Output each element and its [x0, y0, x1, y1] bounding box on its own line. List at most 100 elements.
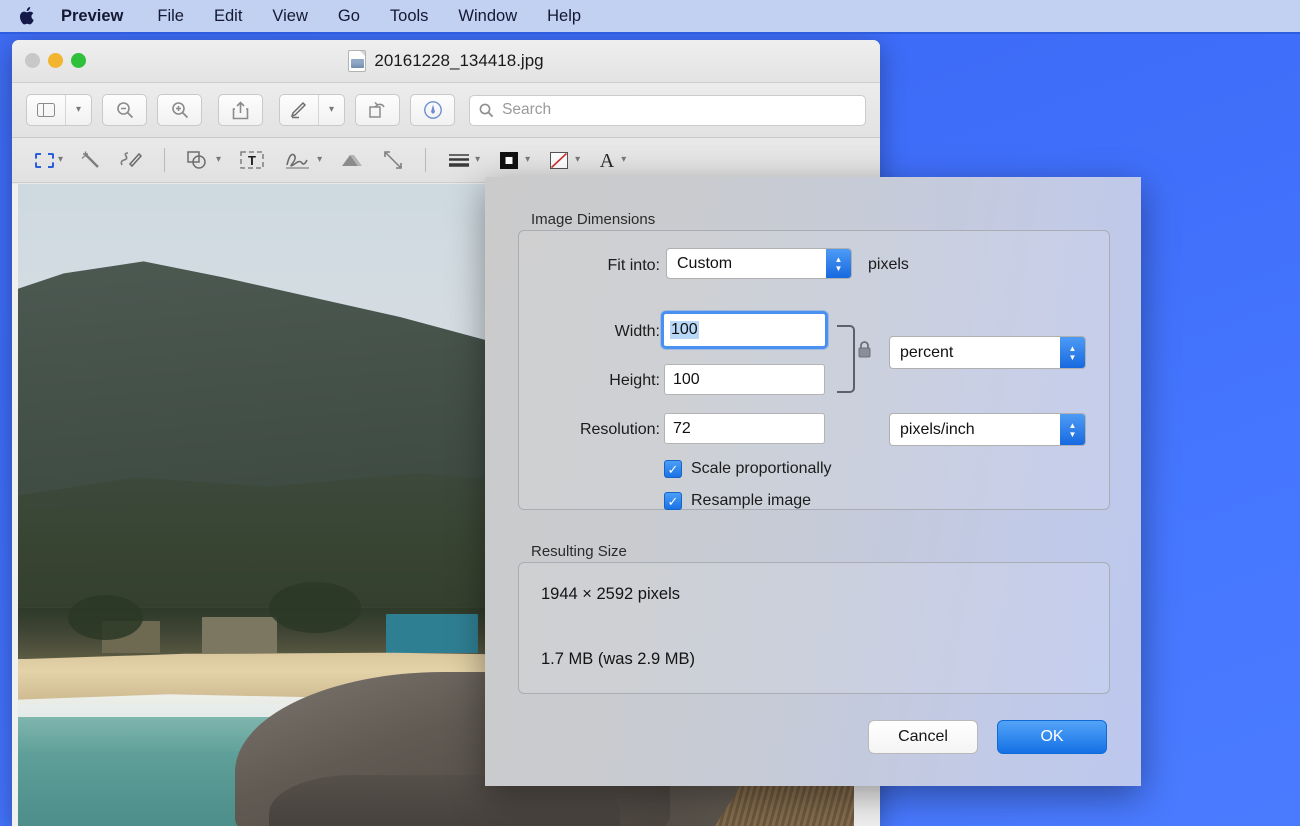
window-title: 20161228_134418.jpg [374, 51, 544, 70]
markup-pen-icon[interactable] [280, 95, 318, 125]
close-button[interactable] [25, 53, 40, 68]
size-unit-value: percent [900, 343, 954, 361]
shape-style-tool[interactable]: ▾ [440, 143, 487, 177]
resulting-dimensions: 1944 × 2592 pixels [541, 585, 680, 603]
fill-color-none-icon [550, 152, 569, 169]
text-style-icon: A [600, 150, 615, 171]
chevron-down-icon[interactable]: ▾ [621, 155, 626, 165]
minimize-button[interactable] [48, 53, 63, 68]
toolbar-divider [164, 148, 166, 172]
toolbar-divider [425, 148, 427, 172]
sketch-tool[interactable] [112, 143, 150, 177]
text-box-icon: T [240, 151, 264, 169]
search-icon [479, 103, 494, 117]
text-tool[interactable]: T [231, 143, 273, 177]
document-icon [348, 50, 367, 72]
zoom-in-button[interactable] [157, 94, 203, 126]
fill-color-tool[interactable]: ▾ [540, 143, 587, 177]
height-label: Height: [609, 372, 660, 389]
border-color-tool[interactable]: ▾ [490, 143, 537, 177]
svg-text:A: A [600, 150, 615, 171]
popup-stepper-arrows-icon[interactable]: ▲ ▼ [826, 249, 851, 278]
chevron-down-icon[interactable]: ▾ [475, 155, 480, 165]
selection-rect-icon [35, 152, 54, 168]
rotate-left-button[interactable] [355, 94, 401, 126]
size-unit-popup[interactable]: percent ▲ ▼ [889, 336, 1086, 369]
menu-item-file[interactable]: File [153, 7, 188, 26]
signature-icon [286, 153, 310, 169]
chevron-down-icon[interactable]: ▾ [318, 95, 344, 125]
chevron-down-icon[interactable]: ▾ [216, 155, 221, 165]
adjust-color-tool[interactable] [332, 143, 372, 177]
scale-proportionally-checkbox-row[interactable]: ✓ Scale proportionally [664, 460, 832, 478]
menu-item-preview[interactable]: Preview [57, 7, 127, 26]
fit-into-unit-label: pixels [868, 256, 909, 273]
menu-item-help[interactable]: Help [543, 7, 585, 26]
chevron-down-icon[interactable]: ▾ [58, 155, 63, 165]
window-title-group: 20161228_134418.jpg [12, 50, 880, 72]
shapes-tool[interactable]: ▾ [179, 143, 228, 177]
cancel-button[interactable]: Cancel [868, 720, 978, 754]
annotate-button[interactable] [410, 94, 456, 126]
fit-into-popup[interactable]: Custom ▲ ▼ [666, 248, 852, 279]
zoom-out-button[interactable] [102, 94, 148, 126]
desktop: Preview File Edit View Go Tools Window H… [0, 0, 1300, 826]
adjust-size-dialog: Image Dimensions Fit into: Custom ▲ ▼ pix… [485, 177, 1141, 786]
width-label: Width: [614, 323, 660, 340]
shapes-icon [187, 151, 206, 169]
height-value: 100 [673, 370, 700, 388]
text-style-tool[interactable]: A ▾ [590, 143, 633, 177]
chevron-down-icon[interactable]: ▾ [317, 155, 322, 165]
popup-stepper-arrows-icon[interactable]: ▲ ▼ [1060, 337, 1085, 368]
signature-tool[interactable]: ▾ [276, 143, 329, 177]
chevron-down-icon[interactable]: ▾ [575, 155, 580, 165]
menu-item-tools[interactable]: Tools [386, 7, 433, 26]
height-input[interactable]: 100 [664, 364, 825, 395]
search-field[interactable]: Search [469, 94, 866, 126]
ok-button[interactable]: OK [997, 720, 1107, 754]
checkbox-checked-icon[interactable]: ✓ [664, 492, 682, 510]
instant-alpha-tool[interactable] [73, 143, 109, 177]
width-input[interactable]: 100 [661, 311, 828, 349]
adjust-size-tool[interactable] [375, 143, 411, 177]
share-button[interactable] [218, 94, 264, 126]
resulting-filesize: 1.7 MB (was 2.9 MB) [541, 650, 696, 668]
chevron-down-icon[interactable]: ▾ [525, 155, 530, 165]
resolution-unit-value: pixels/inch [900, 420, 975, 438]
resolution-input[interactable]: 72 [664, 413, 825, 444]
resulting-size-group-title: Resulting Size [531, 543, 627, 560]
sketch-pencil-icon [120, 152, 143, 168]
lock-closed-icon [857, 340, 872, 365]
proportion-bracket [837, 325, 855, 393]
window-controls [25, 53, 86, 68]
rectangular-selection-tool[interactable]: ▾ [28, 143, 70, 177]
menu-item-view[interactable]: View [268, 7, 311, 26]
main-toolbar: ▾ ▾ Search [12, 83, 880, 138]
resample-image-checkbox-row[interactable]: ✓ Resample image [664, 492, 811, 510]
checkbox-checked-icon[interactable]: ✓ [664, 460, 682, 478]
resample-image-label: Resample image [691, 492, 812, 509]
zoom-button[interactable] [71, 53, 86, 68]
menu-item-go[interactable]: Go [334, 7, 364, 26]
image-dimensions-group-title: Image Dimensions [531, 211, 656, 228]
sidebar-button-group[interactable]: ▾ [26, 94, 93, 126]
scale-proportionally-label: Scale proportionally [691, 460, 832, 477]
apple-logo-icon[interactable] [18, 6, 35, 26]
menu-item-edit[interactable]: Edit [210, 7, 246, 26]
magic-wand-icon [81, 151, 99, 168]
shape-style-icon [449, 154, 470, 167]
adjust-color-icon [342, 155, 363, 166]
svg-text:T: T [248, 153, 256, 168]
chevron-down-icon[interactable]: ▾ [65, 95, 91, 125]
resulting-size-group-box [518, 562, 1110, 694]
sidebar-icon[interactable] [27, 95, 65, 125]
search-input[interactable]: Search [502, 101, 551, 119]
adjust-size-icon [384, 151, 402, 169]
markup-button-group[interactable]: ▾ [279, 94, 346, 126]
window-titlebar[interactable]: 20161228_134418.jpg [12, 40, 880, 83]
resolution-unit-popup[interactable]: pixels/inch ▲ ▼ [889, 413, 1086, 446]
fit-into-label: Fit into: [607, 257, 660, 274]
popup-stepper-arrows-icon[interactable]: ▲ ▼ [1060, 414, 1085, 445]
menu-item-window[interactable]: Window [454, 7, 521, 26]
width-value: 100 [670, 321, 699, 339]
